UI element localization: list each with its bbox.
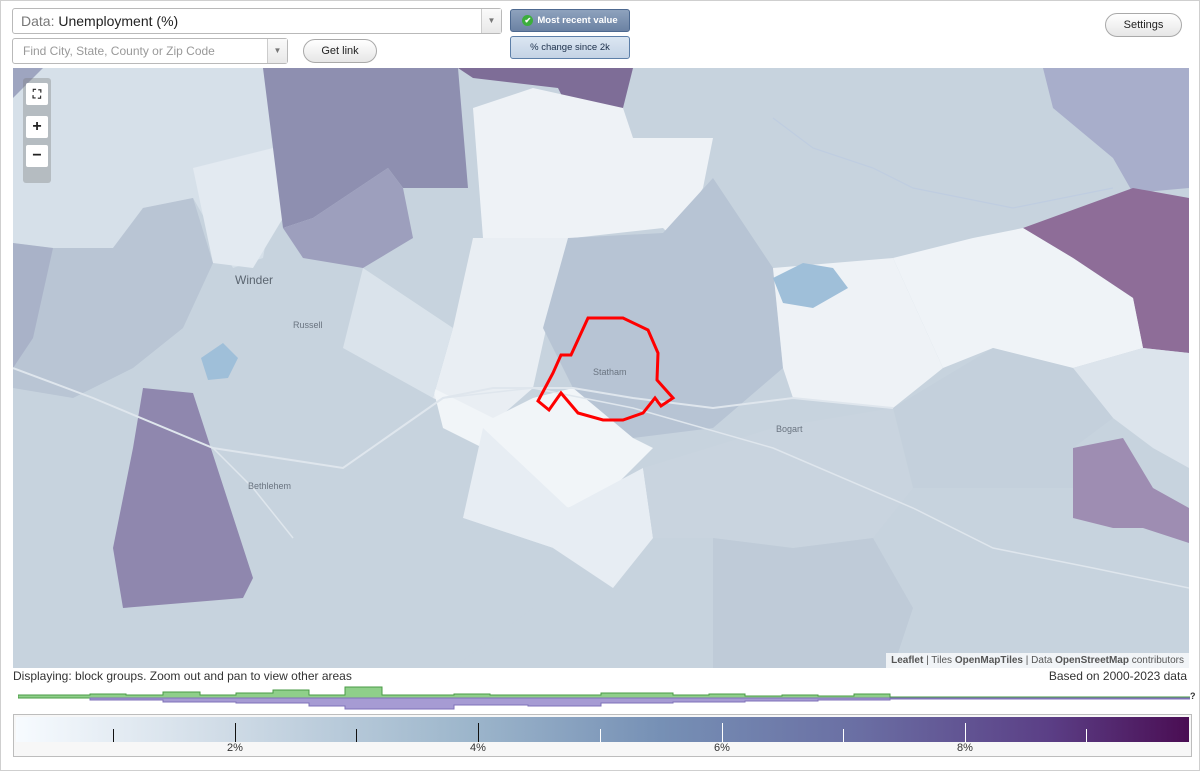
place-label-bethlehem: Bethlehem	[248, 481, 292, 491]
map-attribution: Leaflet | Tiles OpenMapTiles | Data Open…	[886, 653, 1189, 668]
displaying-note: Displaying: block groups. Zoom out and p…	[13, 669, 352, 683]
data-selector-value: Unemployment (%)	[58, 13, 179, 29]
fullscreen-icon[interactable]: ⛶	[26, 83, 48, 105]
check-icon: ✔	[522, 14, 534, 26]
zoom-control: ⛶ + −	[23, 78, 51, 183]
legend-gradient	[16, 717, 1189, 742]
legend-major-tick	[722, 723, 723, 742]
openstreetmap-link[interactable]: OpenStreetMap	[1055, 655, 1129, 666]
data-selector[interactable]: Data: Unemployment (%) ▼	[12, 8, 502, 34]
attribution-suffix: contributors	[1131, 655, 1184, 666]
legend-label-6: 6%	[714, 742, 730, 754]
place-label-bogart: Bogart	[776, 424, 803, 434]
place-label-statham: Statham	[593, 367, 627, 377]
settings-button[interactable]: Settings	[1105, 13, 1182, 37]
most-recent-value-label: Most recent value	[537, 15, 618, 26]
legend-minor-tick	[113, 729, 114, 742]
legend-major-tick	[478, 723, 479, 742]
percent-change-toggle[interactable]: % change since 2k	[510, 36, 630, 59]
color-legend: 2% 4% 6% 8%	[13, 714, 1192, 757]
place-label-russell: Russell	[293, 320, 323, 330]
data-prefix: | Data	[1025, 655, 1053, 666]
chevron-down-icon[interactable]: ▼	[481, 9, 501, 33]
legend-major-tick	[235, 723, 236, 742]
chevron-down-icon[interactable]: ▼	[267, 39, 287, 63]
openmaptiles-link[interactable]: OpenMapTiles	[955, 655, 1023, 666]
leaflet-link[interactable]: Leaflet	[891, 655, 923, 666]
distribution-histogram	[18, 686, 1190, 710]
legend-minor-tick	[600, 729, 601, 742]
legend-minor-tick	[1086, 729, 1087, 742]
percent-change-label: % change since 2k	[530, 42, 610, 53]
zoom-out-button[interactable]: −	[26, 145, 48, 167]
place-label-winder: Winder	[235, 273, 274, 287]
unknown-marker: ?	[1190, 691, 1196, 701]
legend-label-4: 4%	[470, 742, 486, 754]
choropleth-map[interactable]: Winder Russell Statham Bogart Bethlehem …	[13, 68, 1189, 668]
tiles-prefix: | Tiles	[926, 655, 953, 666]
zoom-in-button[interactable]: +	[26, 116, 48, 138]
data-selector-prefix: Data:	[21, 13, 55, 29]
legend-label-8: 8%	[957, 742, 973, 754]
search-input[interactable]	[21, 42, 266, 60]
most-recent-value-toggle[interactable]: ✔ Most recent value	[510, 9, 630, 32]
app-frame: Data: Unemployment (%) ▼ ▼ Get link ✔Mos…	[0, 0, 1200, 771]
legend-minor-tick	[843, 729, 844, 742]
based-on-note: Based on 2000-2023 data	[1048, 669, 1187, 683]
legend-minor-tick	[356, 729, 357, 742]
legend-label-2: 2%	[227, 742, 243, 754]
get-link-button[interactable]: Get link	[303, 39, 377, 63]
location-search[interactable]: ▼	[12, 38, 288, 64]
legend-major-tick	[965, 723, 966, 742]
